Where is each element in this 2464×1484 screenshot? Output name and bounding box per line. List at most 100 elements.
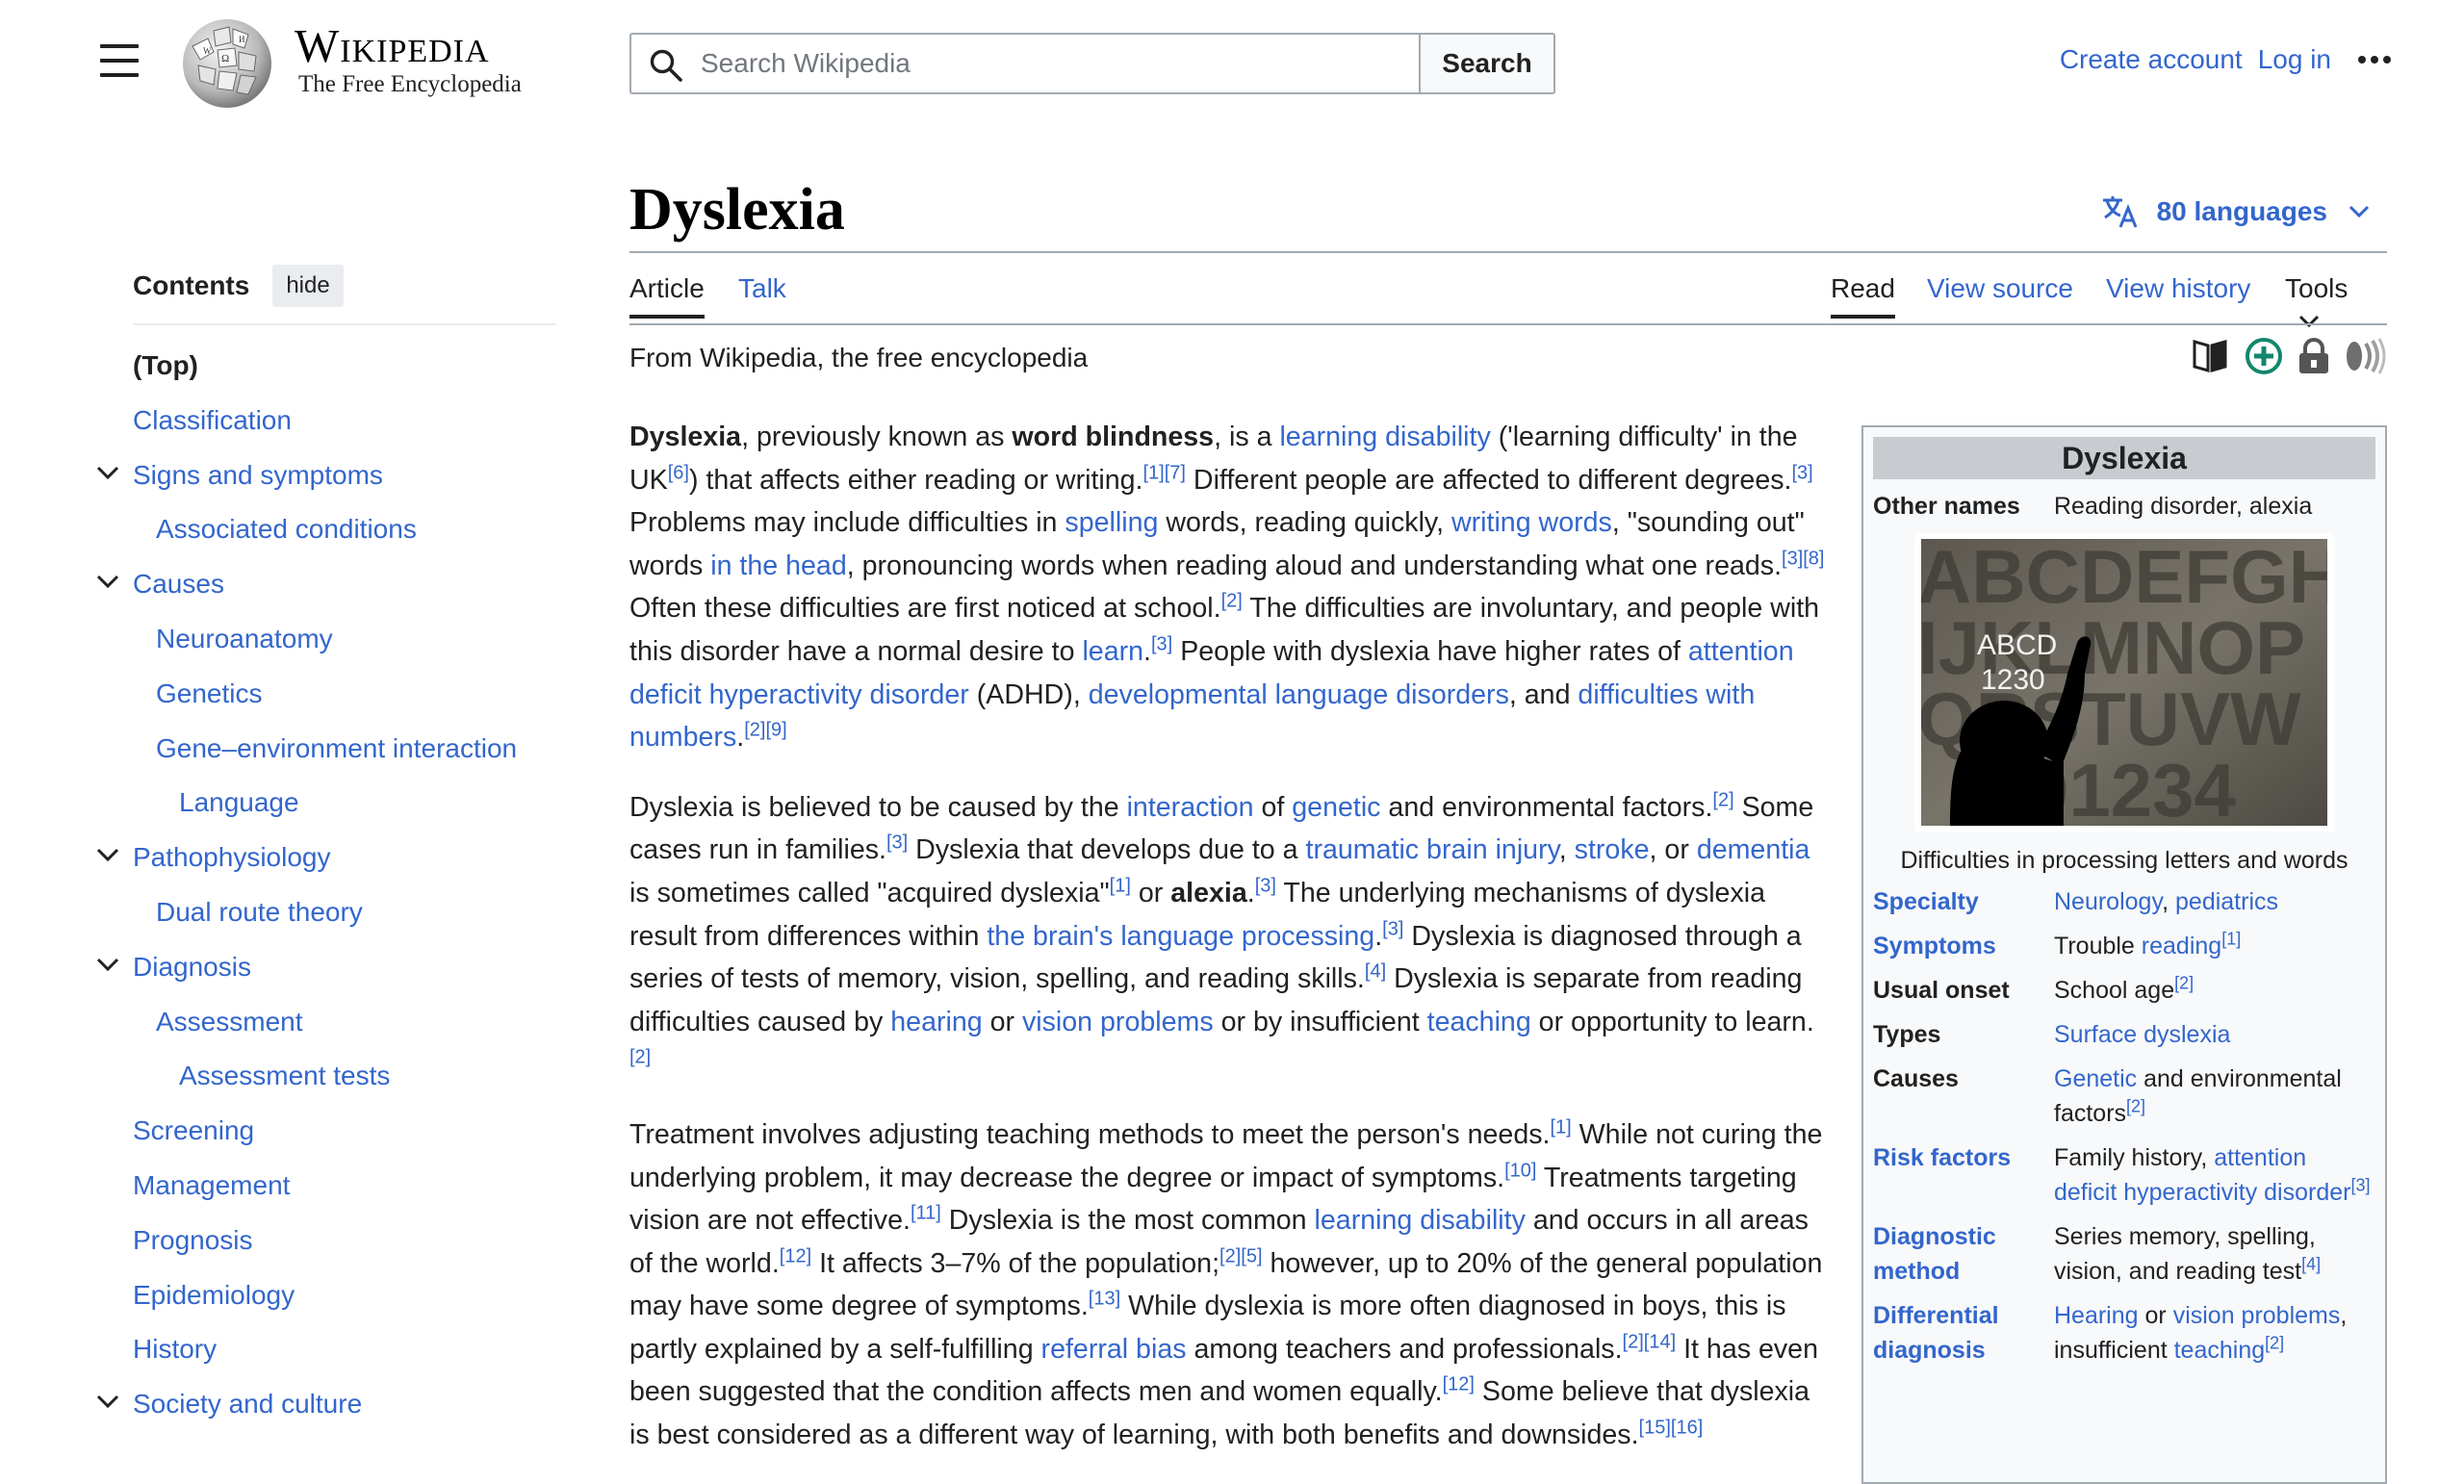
wiki-link[interactable]: dementia: [1697, 834, 1810, 865]
wiki-link[interactable]: teaching: [1427, 1007, 1531, 1037]
wiki-link[interactable]: learning disability: [1315, 1205, 1526, 1236]
tab-view-source[interactable]: View source: [1927, 273, 2073, 304]
wiki-link[interactable]: genetic: [1292, 792, 1380, 823]
toc-item[interactable]: Language: [96, 776, 558, 831]
wiki-link[interactable]: reading: [2142, 933, 2221, 959]
tab-view-history[interactable]: View history: [2106, 273, 2250, 304]
wiki-link[interactable]: Genetic: [2054, 1065, 2137, 1092]
toc-item[interactable]: History: [96, 1322, 558, 1377]
wikipedia-globe-logo[interactable]: Ω W И: [179, 17, 275, 110]
toc-item[interactable]: Neuroanatomy: [96, 612, 558, 667]
chevron-down-icon[interactable]: [96, 1394, 119, 1409]
citation-link[interactable]: [6]: [668, 462, 689, 483]
wiki-link[interactable]: traumatic brain injury: [1306, 834, 1559, 865]
toc-item[interactable]: Prognosis: [96, 1214, 558, 1268]
protected-lock-icon[interactable]: [2297, 337, 2331, 375]
search-button[interactable]: Search: [1419, 33, 1555, 94]
wiki-link[interactable]: Hearing: [2054, 1302, 2139, 1329]
wiki-link[interactable]: learning disability: [1279, 422, 1490, 452]
main-menu-icon[interactable]: [100, 44, 139, 77]
create-account-link[interactable]: Create account: [2060, 44, 2243, 75]
citation-link[interactable]: [2]: [629, 1047, 651, 1068]
wiki-link[interactable]: pediatrics: [2175, 888, 2278, 915]
wiki-link[interactable]: interaction: [1127, 792, 1254, 823]
toc-item[interactable]: Assessment tests: [96, 1049, 558, 1104]
citation-link[interactable]: [2]: [2265, 1334, 2284, 1353]
toc-item[interactable]: Genetics: [96, 667, 558, 722]
wikipedia-wordmark[interactable]: Wikipedia The Free Encyclopedia: [295, 21, 522, 98]
citation-link[interactable]: [3]: [1255, 875, 1276, 896]
toc-item[interactable]: Gene–environment interaction: [96, 722, 558, 777]
citation-link[interactable]: [2][14]: [1623, 1331, 1677, 1352]
chevron-down-icon[interactable]: [96, 575, 119, 589]
citation-link[interactable]: [3]: [1151, 633, 1172, 654]
wiki-link[interactable]: vision problems: [1022, 1007, 1214, 1037]
citation-link[interactable]: [4]: [2301, 1255, 2321, 1274]
infobox-label[interactable]: Differential diagnosis: [1873, 1298, 2054, 1368]
citation-link[interactable]: [2]: [1221, 591, 1243, 612]
tools-menu[interactable]: Tools: [2285, 273, 2387, 335]
citation-link[interactable]: [3]: [1791, 462, 1812, 483]
wiki-link[interactable]: Surface dyslexia: [2054, 1021, 2230, 1048]
citation-link[interactable]: [3]: [2350, 1176, 2370, 1195]
wiki-link[interactable]: stroke: [1575, 834, 1650, 865]
citation-link[interactable]: [12]: [1443, 1374, 1475, 1395]
wiki-link[interactable]: developmental language disorders: [1089, 679, 1509, 710]
citation-link[interactable]: [1]: [1110, 875, 1131, 896]
good-article-book-icon[interactable]: [2191, 338, 2231, 374]
wiki-link[interactable]: in the head: [710, 550, 847, 581]
log-in-link[interactable]: Log in: [2258, 44, 2331, 75]
featured-plus-icon[interactable]: [2245, 337, 2283, 375]
wiki-link[interactable]: learn: [1082, 636, 1143, 667]
toc-item[interactable]: Management: [96, 1159, 558, 1214]
wiki-link[interactable]: teaching: [2174, 1337, 2266, 1364]
wiki-link[interactable]: spelling: [1065, 507, 1158, 538]
chevron-down-icon[interactable]: [96, 958, 119, 971]
wiki-link[interactable]: writing words: [1451, 507, 1612, 538]
toc-item[interactable]: Pathophysiology: [96, 831, 558, 885]
toc-hide-button[interactable]: hide: [272, 265, 344, 307]
citation-link[interactable]: [3]: [886, 832, 908, 854]
citation-link[interactable]: [3]: [1382, 918, 1403, 939]
citation-link[interactable]: [1][7]: [1143, 462, 1186, 483]
citation-link[interactable]: [1]: [2221, 930, 2241, 949]
citation-link[interactable]: [2][5]: [1219, 1245, 1262, 1267]
toc-item[interactable]: Assessment: [96, 995, 558, 1050]
spoken-audio-icon[interactable]: [2345, 338, 2387, 374]
toc-item[interactable]: Dual route theory: [96, 885, 558, 940]
wiki-link[interactable]: hearing: [890, 1007, 982, 1037]
more-options-icon[interactable]: [2358, 56, 2391, 64]
tab-article[interactable]: Article: [629, 273, 705, 319]
citation-link[interactable]: [10]: [1504, 1160, 1536, 1181]
infobox-label[interactable]: Specialty: [1873, 884, 2054, 919]
chevron-down-icon[interactable]: [96, 466, 119, 479]
tab-read[interactable]: Read: [1831, 273, 1895, 319]
citation-link[interactable]: [15][16]: [1639, 1418, 1704, 1439]
toc-item[interactable]: (Top): [96, 339, 558, 394]
citation-link[interactable]: [11]: [911, 1203, 941, 1224]
citation-link[interactable]: [1]: [1550, 1116, 1571, 1138]
toc-item[interactable]: Classification: [96, 394, 558, 448]
language-selector[interactable]: 80 languages: [2101, 194, 2387, 229]
infobox-label[interactable]: Symptoms: [1873, 929, 2054, 963]
wiki-link[interactable]: referral bias: [1041, 1334, 1187, 1365]
wiki-link[interactable]: vision problems: [2173, 1302, 2341, 1329]
wiki-link[interactable]: Neurology: [2054, 888, 2162, 915]
toc-item[interactable]: Diagnosis: [96, 940, 558, 995]
toc-item[interactable]: Signs and symptoms: [96, 448, 558, 503]
citation-link[interactable]: [2]: [2126, 1097, 2145, 1116]
citation-link[interactable]: [12]: [780, 1245, 811, 1267]
search-input[interactable]: [701, 44, 1403, 83]
tab-talk[interactable]: Talk: [738, 273, 786, 304]
citation-link[interactable]: [2][9]: [744, 720, 786, 741]
citation-link[interactable]: [3][8]: [1782, 548, 1824, 569]
toc-item[interactable]: Epidemiology: [96, 1268, 558, 1323]
toc-item[interactable]: Associated conditions: [96, 502, 558, 557]
toc-item[interactable]: Screening: [96, 1104, 558, 1159]
wiki-link[interactable]: the brain's language processing: [987, 921, 1374, 952]
toc-item[interactable]: Causes: [96, 557, 558, 612]
citation-link[interactable]: [2]: [1712, 789, 1733, 810]
infobox-label[interactable]: Risk factors: [1873, 1140, 2054, 1210]
infobox-image[interactable]: ABCDEFGH IJKLMNOP QRSTUVW 01234 ABCD 123…: [1914, 533, 2343, 832]
infobox-label[interactable]: Diagnostic method: [1873, 1219, 2054, 1289]
